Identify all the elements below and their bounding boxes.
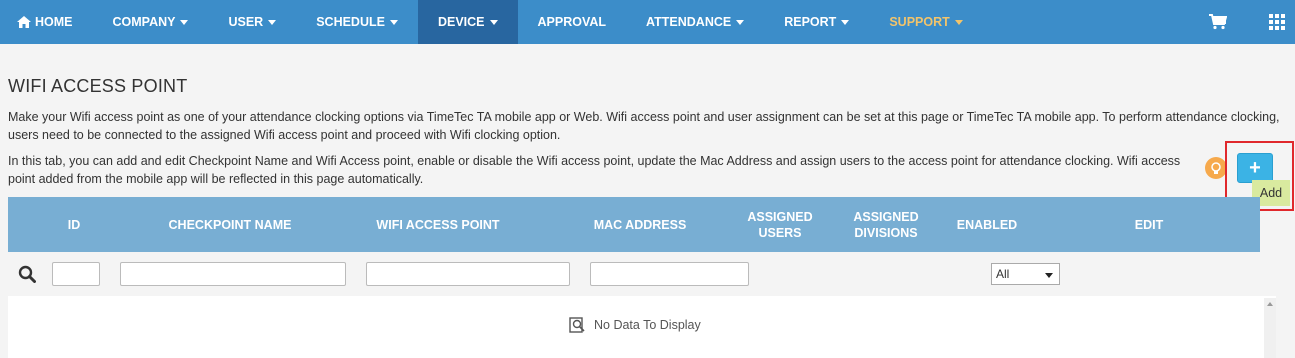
search-icon[interactable] [18, 265, 36, 283]
column-header-enabled[interactable]: ENABLED [936, 197, 1038, 252]
filter-wifi-access-point-input[interactable] [366, 262, 570, 286]
nav-approval[interactable]: APPROVAL [518, 0, 627, 44]
nav-home[interactable]: HOME [0, 0, 93, 44]
column-header-assigned-users[interactable]: ASSIGNED USERS [724, 197, 836, 252]
chevron-down-icon [180, 19, 189, 25]
nav-schedule-label: SCHEDULE [316, 15, 385, 29]
nav-support[interactable]: SUPPORT [869, 0, 982, 44]
nav-approval-label: APPROVAL [537, 15, 607, 29]
chevron-down-icon [736, 19, 745, 25]
column-header-wifi-access-point[interactable]: WIFI ACCESS POINT [320, 197, 556, 252]
nav-report-label: REPORT [784, 15, 837, 29]
page-description: Make your Wifi access point as one of yo… [8, 110, 1280, 142]
filter-enabled-select[interactable]: All [991, 263, 1060, 285]
chevron-down-icon [954, 19, 963, 25]
nav-device-label: DEVICE [437, 15, 485, 29]
table-header: ID CHECKPOINT NAME WIFI ACCESS POINT MAC… [8, 197, 1260, 252]
filter-row: All [8, 252, 1260, 296]
top-nav: HOME COMPANY USER SCHEDULE DEVICE APPROV… [0, 0, 1295, 44]
empty-state-text: No Data To Display [594, 318, 701, 332]
chevron-down-icon [389, 19, 398, 25]
nav-user-label: USER [228, 15, 264, 29]
column-header-edit: EDIT [1134, 217, 1164, 232]
nav-report[interactable]: REPORT [764, 0, 869, 44]
nav-support-label: SUPPORT [889, 15, 950, 29]
nav-company-label: COMPANY [112, 15, 176, 29]
tab-description: In this tab, you can add and edit Checkp… [8, 154, 1181, 186]
empty-state: No Data To Display [568, 316, 701, 334]
filter-mac-address-input[interactable] [590, 262, 749, 286]
cart-icon[interactable] [1209, 14, 1227, 30]
nav-right-icons [1209, 0, 1295, 44]
nav-schedule[interactable]: SCHEDULE [296, 0, 418, 44]
nav-device[interactable]: DEVICE [417, 0, 518, 44]
column-header-checkpoint-name[interactable]: CHECKPOINT NAME [140, 197, 320, 252]
filter-checkpoint-name-input[interactable] [120, 262, 346, 286]
chevron-down-icon [268, 19, 277, 25]
column-header-id[interactable]: ID [8, 197, 140, 252]
apps-grid-icon[interactable] [1269, 14, 1285, 30]
chevron-down-icon [841, 19, 850, 25]
chevron-down-icon [1045, 273, 1053, 278]
column-header-mac-address[interactable]: MAC ADDRESS [556, 197, 724, 252]
nav-company[interactable]: COMPANY [93, 0, 209, 44]
home-icon [17, 16, 31, 28]
filter-enabled-value: All [996, 267, 1010, 281]
table-scrollbar[interactable] [1264, 298, 1276, 358]
chevron-down-icon [489, 19, 498, 25]
nav-attendance[interactable]: ATTENDANCE [626, 0, 764, 44]
nav-attendance-label: ATTENDANCE [646, 15, 732, 29]
scroll-up-arrow-icon[interactable] [1267, 302, 1273, 306]
column-header-assigned-divisions[interactable]: ASSIGNED DIVISIONS [836, 197, 936, 252]
page-title: WIFI ACCESS POINT [8, 76, 188, 96]
filter-id-input[interactable] [52, 262, 100, 286]
nav-user[interactable]: USER [208, 0, 296, 44]
lightbulb-icon[interactable] [1205, 157, 1227, 179]
table-body: No Data To Display [8, 296, 1276, 358]
no-data-icon [569, 317, 585, 333]
nav-home-label: HOME [35, 15, 73, 29]
